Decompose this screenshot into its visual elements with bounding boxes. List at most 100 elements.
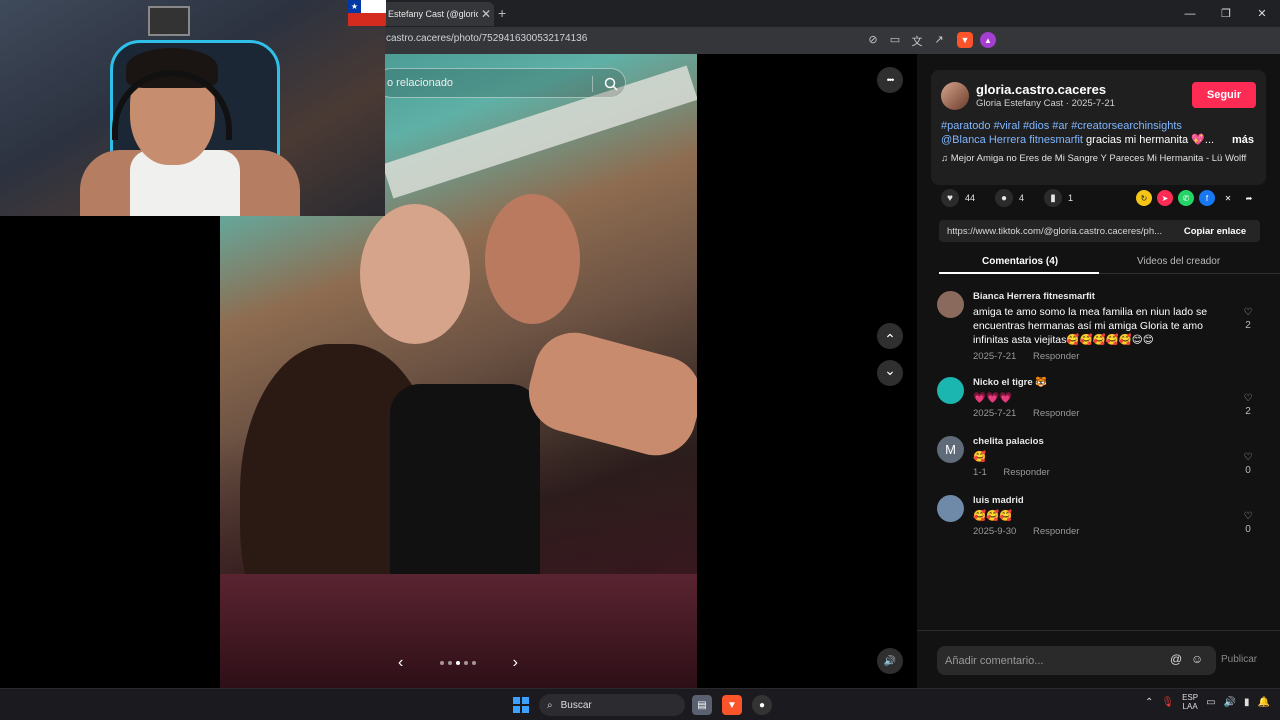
search-divider bbox=[592, 76, 593, 92]
follow-button[interactable]: Seguir bbox=[1192, 82, 1256, 108]
save-count: 1 bbox=[1068, 193, 1074, 203]
caption-mention[interactable]: @Blanca Herrera fitnesmarfit bbox=[941, 134, 1083, 146]
translate-icon[interactable]: 文 bbox=[910, 33, 924, 49]
battery-icon[interactable]: ▮ bbox=[1244, 697, 1250, 708]
author-avatar[interactable] bbox=[941, 82, 969, 110]
comment-input[interactable]: Añadir comentario... @ ☺ bbox=[937, 646, 1216, 675]
comment-like-count: 2 bbox=[1245, 406, 1251, 417]
commenter-name[interactable]: Nicko el tigre 🐯 bbox=[973, 377, 1047, 388]
caption-more-button[interactable]: más bbox=[1232, 133, 1254, 147]
send-icon[interactable]: ➤ bbox=[1157, 190, 1173, 206]
whatsapp-icon[interactable]: ✆ bbox=[1178, 190, 1194, 206]
brave-shield-icon[interactable]: ▼ bbox=[957, 32, 973, 48]
commenter-avatar[interactable] bbox=[937, 377, 964, 404]
carousel-dot[interactable] bbox=[440, 661, 444, 665]
search-icon: ⌕ bbox=[547, 699, 553, 711]
carousel-dot[interactable] bbox=[472, 661, 476, 665]
comment-like-count: 2 bbox=[1245, 320, 1251, 331]
previous-post-button[interactable]: ⌃ bbox=[877, 323, 903, 349]
chile-flag-icon: ★ bbox=[348, 0, 386, 26]
carousel-prev-icon[interactable]: ‹ bbox=[398, 654, 403, 672]
commenter-name[interactable]: Bianca Herrera fitnesmarfit bbox=[973, 291, 1095, 302]
language-indicator[interactable]: ESP LAA bbox=[1182, 693, 1198, 711]
rewards-icon[interactable]: ▲ bbox=[980, 32, 996, 48]
comment-text: 🥰🥰🥰 bbox=[973, 510, 1013, 522]
emoji-icon[interactable]: ☺ bbox=[1191, 652, 1203, 666]
commenter-name[interactable]: luis madrid bbox=[973, 495, 1024, 506]
avatar-letter: M bbox=[945, 442, 956, 457]
brave-browser-icon[interactable]: ▼ bbox=[722, 695, 742, 715]
share-page-icon[interactable]: ↗ bbox=[932, 33, 946, 49]
obs-icon[interactable]: ● bbox=[752, 695, 772, 715]
comment-like-button[interactable]: ♡ 2 bbox=[1239, 393, 1257, 417]
url-field[interactable]: castro.caceres/photo/7529416300532174136 bbox=[386, 33, 587, 44]
caption-hashtags[interactable]: #paratodo #viral #dios #ar #creatorsearc… bbox=[941, 120, 1182, 132]
new-tab-button[interactable]: + bbox=[498, 5, 506, 21]
x-icon[interactable]: ✕ bbox=[1220, 190, 1236, 206]
window-controls: — ❐ ✕ bbox=[1172, 0, 1280, 27]
tab-title: Estefany Cast (@glorio bbox=[388, 9, 478, 19]
minimize-button[interactable]: — bbox=[1172, 0, 1208, 27]
mention-icon[interactable]: @ bbox=[1170, 652, 1182, 666]
publish-button[interactable]: Publicar bbox=[1221, 654, 1257, 665]
restore-button[interactable]: ❐ bbox=[1208, 0, 1244, 27]
commenter-avatar[interactable] bbox=[937, 291, 964, 318]
music-link[interactable]: ♫ Mejor Amiga no Eres de Mi Sangre Y Par… bbox=[941, 153, 1246, 164]
more-icon: ••• bbox=[886, 75, 895, 85]
tab-creator-videos[interactable]: Videos del creador bbox=[1137, 256, 1220, 267]
reply-button[interactable]: Responder bbox=[1033, 526, 1079, 537]
comment-like-button[interactable]: ♡ 2 bbox=[1239, 307, 1257, 331]
comment-like-button[interactable]: ♡ 0 bbox=[1239, 452, 1257, 476]
volume-button[interactable]: 🔊 bbox=[877, 648, 903, 674]
author-card: gloria.castro.caceres Gloria Estefany Ca… bbox=[931, 70, 1266, 185]
share-link[interactable]: https://www.tiktok.com/@gloria.castro.ca… bbox=[939, 226, 1170, 237]
taskbar-search[interactable]: ⌕ Buscar bbox=[539, 694, 685, 716]
commenter-avatar[interactable] bbox=[937, 495, 964, 522]
search-icon[interactable] bbox=[598, 71, 623, 96]
reply-button[interactable]: Responder bbox=[1003, 467, 1049, 478]
comment-meta: 2025-7-21 Responder bbox=[973, 408, 1079, 419]
chevron-up-icon: ⌃ bbox=[884, 330, 896, 347]
comment-text: amiga te amo somo la mea familia en niun… bbox=[973, 306, 1208, 346]
copy-link-button[interactable]: Copiar enlace bbox=[1170, 226, 1260, 237]
close-window-button[interactable]: ✕ bbox=[1244, 0, 1280, 27]
tab-close-icon[interactable]: ✕ bbox=[478, 7, 494, 21]
comment-like-button[interactable]: ♡ 0 bbox=[1239, 511, 1257, 535]
like-icon[interactable]: ♥ bbox=[941, 189, 959, 207]
windows-start-icon[interactable] bbox=[513, 697, 529, 713]
tab-comments[interactable]: Comentarios (4) bbox=[982, 256, 1058, 267]
comment-meta: 1-1 Responder bbox=[973, 467, 1050, 478]
reader-icon[interactable]: ⊘ bbox=[866, 33, 880, 49]
reply-button[interactable]: Responder bbox=[1033, 408, 1079, 419]
file-explorer-icon[interactable]: ▤ bbox=[692, 695, 712, 715]
browser-tab[interactable]: Estefany Cast (@glorio ✕ bbox=[378, 2, 494, 26]
comment-like-count: 0 bbox=[1245, 465, 1251, 476]
author-username[interactable]: gloria.castro.caceres bbox=[976, 82, 1106, 97]
chevron-up-icon[interactable]: ⌃ bbox=[1145, 697, 1153, 708]
bookmark-icon[interactable]: ▮ bbox=[1044, 189, 1063, 207]
network-icon[interactable]: ▭ bbox=[1206, 697, 1215, 708]
forward-share-icon[interactable]: ➦ bbox=[1241, 190, 1257, 206]
carousel-dots bbox=[440, 661, 476, 665]
more-options-button[interactable]: ••• bbox=[877, 67, 903, 93]
next-post-button[interactable]: ⌄ bbox=[877, 360, 903, 386]
notification-bell-icon[interactable]: 🔔 bbox=[1258, 697, 1270, 708]
search-placeholder: o relacionado bbox=[387, 77, 454, 89]
microphone-icon[interactable]: 🎙 bbox=[1161, 697, 1174, 708]
commenter-avatar[interactable]: M bbox=[937, 436, 964, 463]
webcam-overlay bbox=[0, 0, 385, 216]
carousel-dot[interactable] bbox=[456, 661, 460, 665]
volume-icon: 🔊 bbox=[883, 655, 897, 667]
commenter-name[interactable]: chelita palacios bbox=[973, 436, 1044, 447]
comment-icon[interactable]: ● bbox=[995, 189, 1014, 207]
carousel-next-icon[interactable]: › bbox=[513, 654, 518, 672]
related-search-input[interactable]: o relacionado bbox=[376, 68, 626, 98]
comment-date: 2025-7-21 bbox=[973, 408, 1017, 419]
reply-button[interactable]: Responder bbox=[1033, 351, 1079, 362]
facebook-icon[interactable]: f bbox=[1199, 190, 1215, 206]
repost-icon[interactable]: ↻ bbox=[1136, 190, 1152, 206]
cast-icon[interactable]: ▭ bbox=[888, 33, 902, 49]
volume-tray-icon[interactable]: 🔊 bbox=[1224, 697, 1236, 708]
carousel-dot[interactable] bbox=[464, 661, 468, 665]
carousel-dot[interactable] bbox=[448, 661, 452, 665]
